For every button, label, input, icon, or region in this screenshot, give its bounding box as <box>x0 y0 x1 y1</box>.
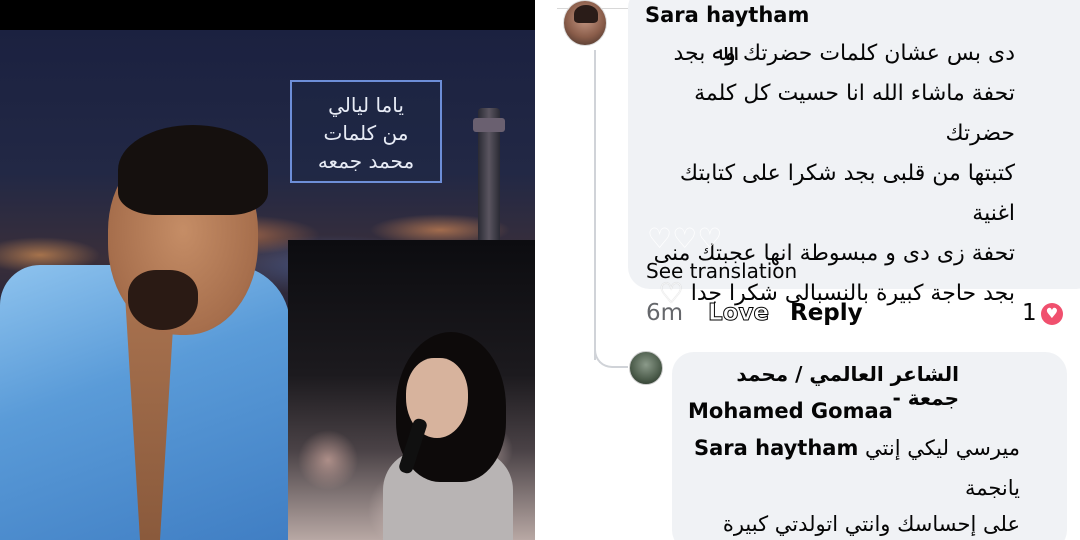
song-title-box: ياما ليالي من كلمات محمد جمعه <box>290 80 442 183</box>
song-title-line-1: ياما ليالي <box>328 93 404 117</box>
reaction-count[interactable]: 1 <box>1022 300 1037 326</box>
heart-reaction-icon[interactable]: ♥ <box>1041 303 1063 325</box>
reply-line-3: على إحساسك وانتي اتولدتي كبيرة <box>722 512 1020 536</box>
post-image[interactable]: ياما ليالي من كلمات محمد جمعه <box>0 0 535 540</box>
comment-timestamp[interactable]: 6m <box>646 300 683 326</box>
image-top-bar <box>0 0 535 30</box>
reply-line-1: ميرسي ليكي إنتي Sara haytham <box>694 436 1020 460</box>
reply-author-english[interactable]: Mohamed Gomaa <box>688 399 893 423</box>
avatar-mohamed-gomaa[interactable] <box>629 351 663 385</box>
mention-sara[interactable]: Sara haytham <box>694 436 858 460</box>
song-title-line-3: محمد جمعه <box>317 149 415 173</box>
reply-line-1-text: ميرسي ليكي إنتي <box>865 436 1020 460</box>
man-beard <box>128 270 198 330</box>
see-translation-link[interactable]: See translation <box>646 259 797 283</box>
man-portrait <box>0 120 290 540</box>
love-button[interactable]: Love <box>707 300 769 327</box>
singer-inset-photo <box>288 240 535 540</box>
reply-button[interactable]: Reply <box>790 300 863 326</box>
white-hearts-icon: ♡♡♡ <box>647 222 723 255</box>
reply-line-2: يانجمة <box>964 476 1020 500</box>
comment-author[interactable]: Sara haytham <box>645 3 809 27</box>
thread-connector-curve <box>594 330 628 368</box>
comment-line-2: تحفة ماشاء الله انا حسيت كل كلمة حضرتك <box>694 81 1015 146</box>
song-title-line-2: من كلمات <box>323 121 409 145</box>
cairo-tower <box>473 108 505 243</box>
thread-connector-line <box>594 50 596 360</box>
man-hair <box>118 125 268 215</box>
comment-thread: Sara haytham دى بس عشان كلمات حضرتك وﷲ ب… <box>535 0 1080 540</box>
comment-line-1: دى بس عشان كلمات حضرتك وﷲ بجد <box>673 41 1015 66</box>
avatar-sara[interactable] <box>563 0 607 46</box>
